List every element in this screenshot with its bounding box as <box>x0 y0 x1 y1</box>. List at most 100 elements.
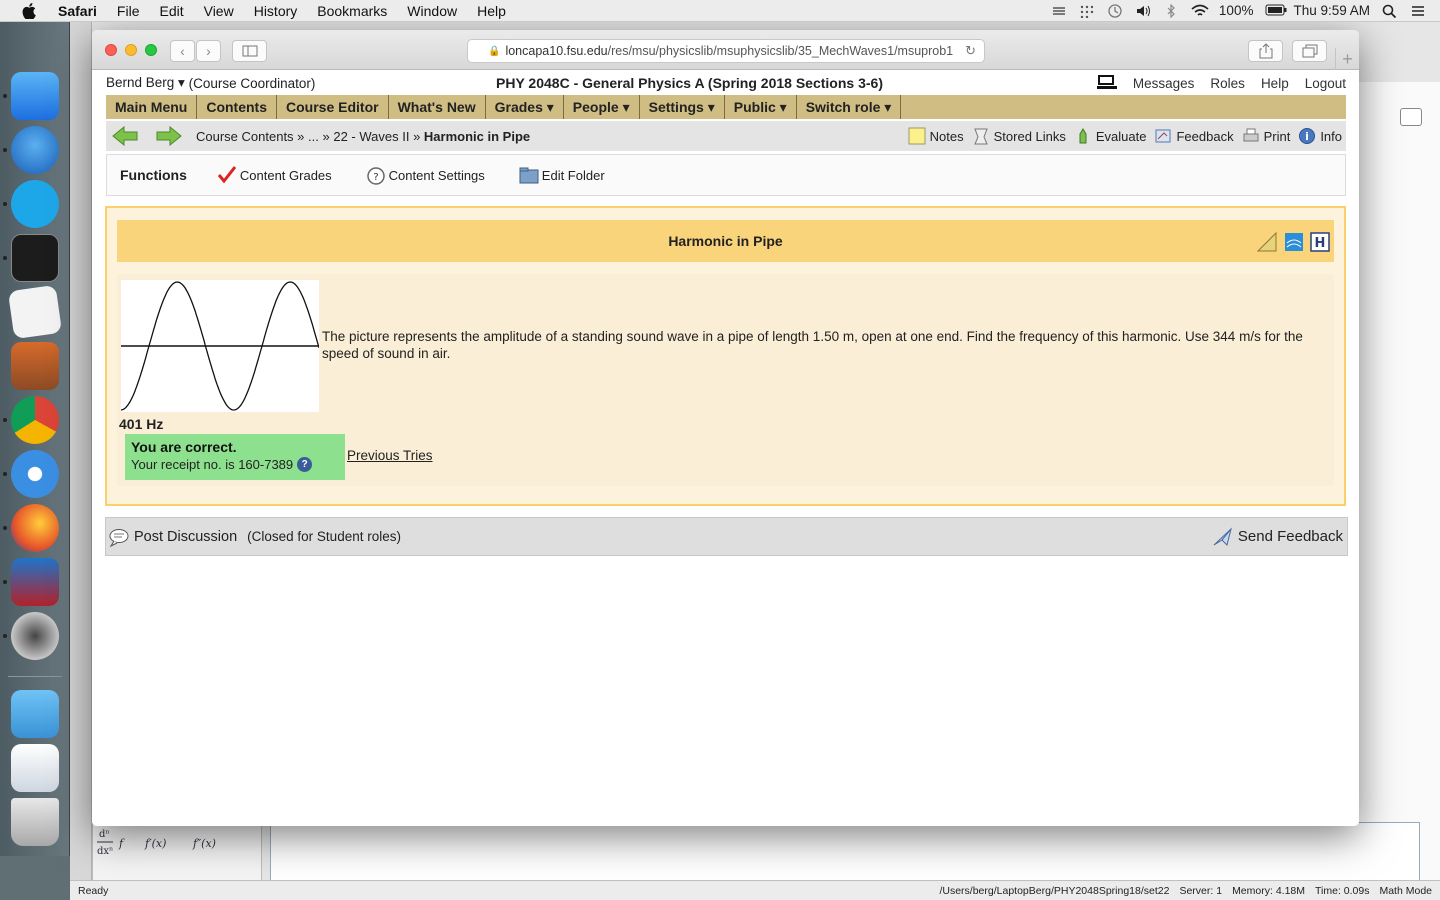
ruler-triangle-icon[interactable] <box>1257 232 1277 252</box>
tabs-overview-button[interactable] <box>1292 40 1327 62</box>
menu-file[interactable]: File <box>107 3 150 19</box>
calculator-icon[interactable] <box>11 342 59 390</box>
stored-links-tool[interactable]: Stored Links <box>972 127 1066 145</box>
post-discussion-link[interactable]: Post Discussion <box>134 529 237 545</box>
help-question-icon[interactable]: ? <box>297 457 313 472</box>
lock-icon: 🔒 <box>488 45 501 57</box>
print-label: Print <box>1263 128 1291 144</box>
html-edit-icon[interactable]: H <box>1310 232 1330 252</box>
window-close-button[interactable] <box>105 44 117 56</box>
breadcrumb-folder[interactable]: 22 - Waves II <box>333 129 409 144</box>
content-grades-link[interactable]: Content Grades <box>217 166 332 184</box>
menu-help[interactable]: Help <box>467 3 516 19</box>
book-icon[interactable] <box>1284 232 1304 252</box>
svg-text:dxⁿ: dxⁿ <box>97 846 113 857</box>
panel-toggle-icon[interactable] <box>1400 108 1422 126</box>
skype-icon[interactable] <box>11 180 59 228</box>
bluetooth-icon[interactable] <box>1163 3 1179 18</box>
menu-clock[interactable]: Thu 9:59 AM <box>1293 3 1370 18</box>
dock-running-indicator <box>3 202 7 206</box>
sidebar-toggle-button[interactable] <box>232 40 267 62</box>
time-machine-icon[interactable] <box>1107 3 1123 18</box>
previous-arrow-icon[interactable] <box>112 126 138 146</box>
forward-button[interactable]: › <box>196 40 221 62</box>
menu-grades[interactable]: Grades ▾ <box>486 95 564 119</box>
notes-tool[interactable]: Notes <box>908 127 964 145</box>
menu-app-name[interactable]: Safari <box>48 3 107 19</box>
menu-public[interactable]: Public ▾ <box>725 95 797 119</box>
standing-wave-figure <box>120 280 320 412</box>
user-menu[interactable]: Bernd Berg ▾ <box>106 75 185 91</box>
textedit-icon[interactable] <box>7 284 63 340</box>
thunderbird-icon[interactable] <box>11 126 59 174</box>
finder-icon[interactable] <box>11 72 59 120</box>
x11-icon[interactable] <box>11 612 59 660</box>
menu-contents[interactable]: Contents <box>197 95 278 119</box>
dock-running-indicator <box>3 256 7 260</box>
next-arrow-icon[interactable] <box>156 126 182 146</box>
breadcrumb-ellipsis[interactable]: ... <box>308 129 319 144</box>
print-tool[interactable]: Print <box>1242 127 1291 145</box>
user-header: Bernd Berg ▾ (Course Coordinator) PHY 20… <box>106 73 1346 93</box>
share-button[interactable] <box>1248 40 1283 62</box>
apple-icon[interactable] <box>20 2 38 20</box>
notification-center-icon[interactable] <box>1410 4 1426 18</box>
grid-dots-icon[interactable] <box>1079 4 1095 18</box>
problem-panel: Harmonic in Pipe H The picture represent… <box>105 206 1346 506</box>
menu-window[interactable]: Window <box>397 3 467 19</box>
folder-icon[interactable] <box>11 690 59 738</box>
menu-main-menu[interactable]: Main Menu <box>106 95 198 119</box>
menu-settings[interactable]: Settings ▾ <box>640 95 725 119</box>
spotlight-search-icon[interactable] <box>1382 4 1398 18</box>
edit-folder-link[interactable]: Edit Folder <box>519 166 605 184</box>
chrome-icon[interactable] <box>11 396 59 444</box>
firefox-icon[interactable] <box>11 504 59 552</box>
new-tab-button[interactable]: + <box>1335 48 1359 70</box>
logout-link[interactable]: Logout <box>1305 76 1346 91</box>
dock-running-indicator <box>3 418 7 422</box>
window-minimize-button[interactable] <box>125 44 137 56</box>
discussion-closed-note: (Closed for Student roles) <box>247 529 401 544</box>
send-feedback-link[interactable]: Send Feedback <box>1212 526 1347 547</box>
inbox-icon[interactable] <box>1096 74 1117 93</box>
safari-icon[interactable] <box>11 450 59 498</box>
breadcrumb-course-contents[interactable]: Course Contents <box>196 129 294 144</box>
trash-icon[interactable] <box>11 798 59 846</box>
menu-course-editor[interactable]: Course Editor <box>277 95 389 119</box>
window-zoom-button[interactable] <box>145 44 157 56</box>
menu-whats-new[interactable]: What's New <box>389 95 486 119</box>
back-button[interactable]: ‹ <box>170 40 195 62</box>
problem-title: Harmonic in Pipe <box>668 233 783 249</box>
volume-icon[interactable] <box>1135 4 1151 18</box>
wifi-icon[interactable] <box>1191 4 1209 18</box>
address-bar[interactable]: 🔒 loncapa10.fsu.edu/res/msu/physicslib/m… <box>467 39 985 63</box>
menu-history[interactable]: History <box>244 3 308 19</box>
content-settings-link[interactable]: ? Content Settings <box>366 166 485 185</box>
tabs-icon <box>1302 44 1317 58</box>
menu-edit[interactable]: Edit <box>149 3 193 19</box>
math-palette[interactable]: dⁿ dxⁿ f f′(x) f″(x) <box>92 822 262 882</box>
notebook-cell-area[interactable] <box>270 822 1420 882</box>
maple-icon[interactable] <box>11 558 59 606</box>
documents-stack-icon[interactable] <box>11 744 59 792</box>
menu-bookmarks[interactable]: Bookmarks <box>307 3 397 19</box>
airdrop-icon[interactable] <box>1051 4 1067 18</box>
stored-links-label: Stored Links <box>993 128 1066 144</box>
dock-running-indicator <box>3 472 7 476</box>
messages-link[interactable]: Messages <box>1133 76 1195 91</box>
battery-icon[interactable] <box>1265 4 1287 18</box>
menu-people[interactable]: People ▾ <box>564 95 640 119</box>
correct-feedback-box: You are correct. Your receipt no. is 160… <box>125 434 345 480</box>
terminal-icon[interactable] <box>11 234 59 282</box>
info-tool[interactable]: i Info <box>1298 127 1342 145</box>
info-icon: i <box>1298 127 1316 145</box>
feedback-tool[interactable]: Feedback <box>1154 127 1234 145</box>
reload-icon[interactable]: ↻ <box>965 43 976 59</box>
menu-switch-role[interactable]: Switch role ▾ <box>797 95 902 119</box>
help-link[interactable]: Help <box>1261 76 1289 91</box>
roles-link[interactable]: Roles <box>1210 76 1245 91</box>
previous-tries-link[interactable]: Previous Tries <box>347 448 433 463</box>
evaluate-tool[interactable]: Evaluate <box>1074 127 1146 145</box>
notes-label: Notes <box>929 128 964 144</box>
menu-view[interactable]: View <box>194 3 244 19</box>
